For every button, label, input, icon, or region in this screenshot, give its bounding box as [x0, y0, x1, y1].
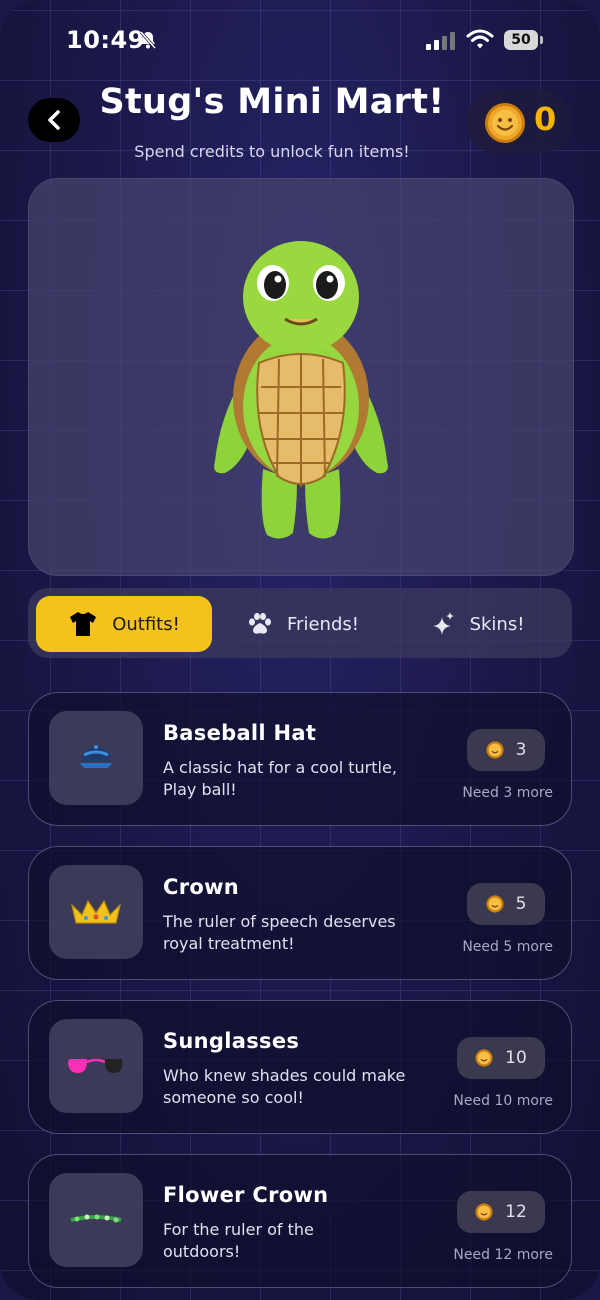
battery-tip — [540, 36, 543, 44]
tab-outfits[interactable]: Outfits! — [36, 596, 212, 652]
back-button[interactable] — [28, 98, 80, 142]
crown-icon — [70, 899, 122, 924]
item-description: A classic hat for a cool turtle, Play ba… — [163, 758, 397, 799]
mini-mart-screen: 10:49 50 Stug's Mini Mart! Spend credits… — [0, 0, 600, 1300]
price-value: 5 — [515, 894, 527, 914]
price-button[interactable]: 12 — [457, 1191, 545, 1233]
sunglasses-icon — [68, 1058, 123, 1073]
tab-label: Friends! — [287, 613, 359, 635]
item-name: Crown — [163, 875, 240, 899]
page-title: Stug's Mini Mart! — [99, 82, 445, 122]
turtle-character-icon — [214, 241, 388, 539]
sparkles-icon — [432, 612, 454, 635]
character-preview — [28, 178, 574, 576]
tshirt-icon — [70, 612, 97, 636]
item-name: Baseball Hat — [163, 721, 317, 745]
item-thumbnail — [49, 865, 143, 959]
price-value: 10 — [505, 1048, 527, 1068]
item-thumbnail — [49, 1019, 143, 1113]
battery-icon: 50 — [504, 30, 538, 50]
chevron-left-icon — [48, 110, 60, 130]
price-button[interactable]: 10 — [457, 1037, 545, 1079]
tab-label: Skins! — [469, 613, 525, 635]
coin-icon — [486, 895, 504, 913]
shop-item-card[interactable]: Sunglasses Who knew shades could make so… — [28, 1000, 572, 1134]
shop-item-card[interactable]: Baseball Hat A classic hat for a cool tu… — [28, 692, 572, 826]
need-more-text: Need 3 more — [462, 785, 553, 801]
flower-crown-icon — [70, 1214, 122, 1223]
coin-icon — [475, 1049, 493, 1067]
need-more-text: Need 10 more — [453, 1093, 553, 1109]
coin-icon — [475, 1203, 493, 1221]
need-more-text: Need 5 more — [462, 939, 553, 955]
signal-icon — [426, 32, 458, 50]
coin-icon — [486, 741, 504, 759]
tab-skins[interactable]: Skins! — [414, 596, 540, 652]
item-description: The ruler of speech deserves royal treat… — [163, 912, 396, 953]
category-tabs: Outfits! Friends! Skins! — [28, 588, 572, 658]
shop-item-card[interactable]: Crown The ruler of speech deserves royal… — [28, 846, 572, 980]
coin-icon — [485, 103, 525, 143]
page-subtitle: Spend credits to unlock fun items! — [134, 142, 410, 161]
credit-balance: 0 — [534, 100, 557, 138]
wifi-icon — [466, 29, 494, 49]
tab-friends[interactable]: Friends! — [228, 596, 378, 652]
item-description: For the ruler of the outdoors! — [163, 1220, 314, 1261]
need-more-text: Need 12 more — [453, 1247, 553, 1263]
price-button[interactable]: 3 — [467, 729, 545, 771]
baseball-hat-icon — [80, 745, 112, 768]
price-button[interactable]: 5 — [467, 883, 545, 925]
item-thumbnail — [49, 711, 143, 805]
bell-slash-icon — [139, 31, 157, 49]
item-description: Who knew shades could make someone so co… — [163, 1066, 406, 1107]
price-value: 12 — [505, 1202, 527, 1222]
price-value: 3 — [515, 740, 527, 760]
item-name: Sunglasses — [163, 1029, 300, 1053]
item-name: Flower Crown — [163, 1183, 329, 1207]
shop-item-card[interactable]: Flower Crown For the ruler of the outdoo… — [28, 1154, 572, 1288]
credits-badge: 0 — [466, 90, 572, 154]
tab-label: Outfits! — [112, 613, 180, 635]
status-time: 10:49 — [66, 26, 145, 54]
item-thumbnail — [49, 1173, 143, 1267]
paw-icon — [249, 612, 272, 634]
